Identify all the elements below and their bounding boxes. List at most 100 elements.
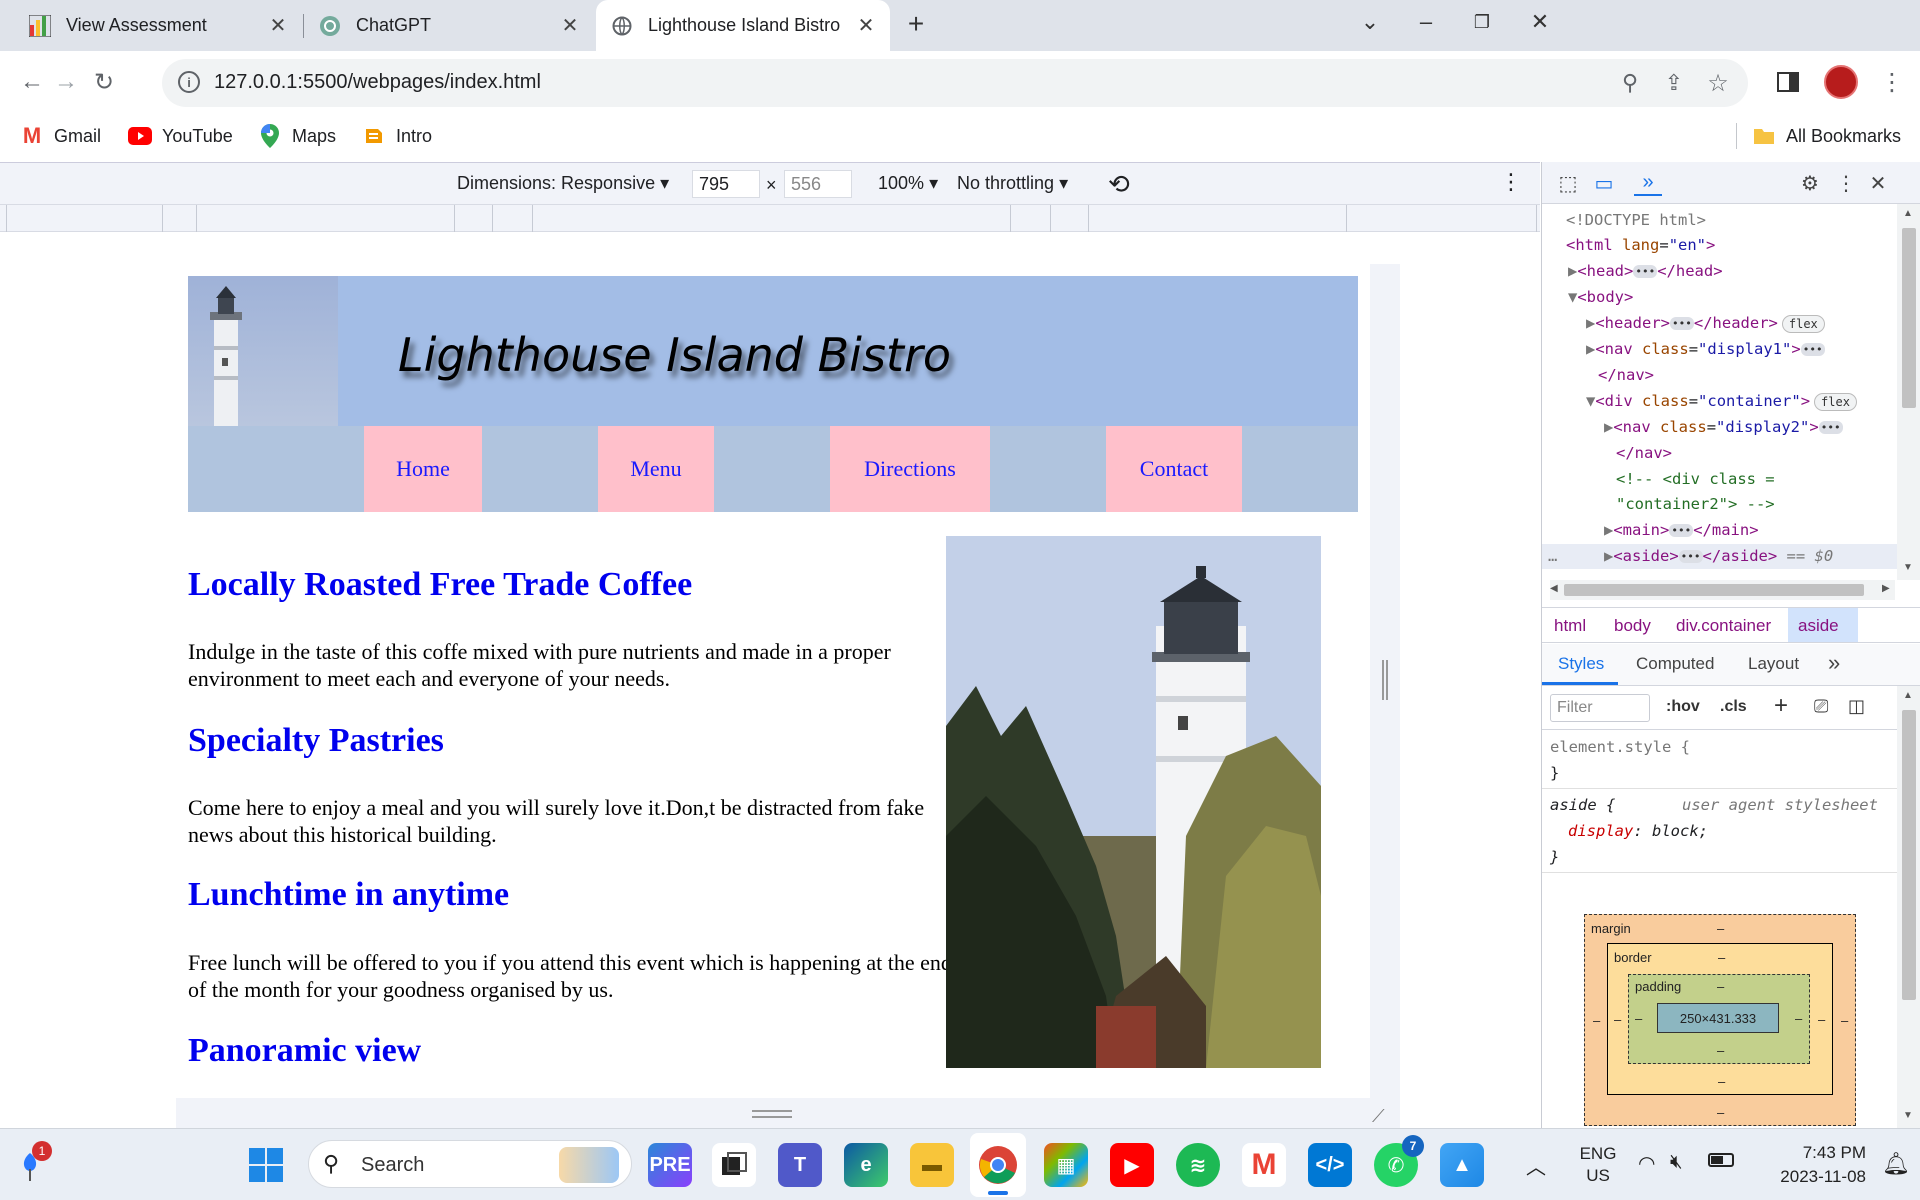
tab-layout[interactable]: Layout — [1748, 654, 1799, 674]
devtools-menu-icon[interactable]: ⋮ — [1832, 170, 1860, 196]
dom-header[interactable]: ▶<header> ••• </header> flex — [1586, 311, 1825, 337]
scroll-left-icon[interactable]: ◀ — [1550, 583, 1558, 594]
scroll-down-icon[interactable]: ▼ — [1903, 562, 1913, 573]
paint-brush-icon[interactable]: ⎚ — [1814, 696, 1828, 717]
throttling-dropdown[interactable]: No throttling ▾ — [957, 173, 1068, 194]
hov-button[interactable]: :hov — [1666, 698, 1700, 716]
bookmark-intro[interactable]: Intro — [362, 123, 432, 149]
tab-styles[interactable]: Styles — [1558, 654, 1604, 674]
chrome-icon[interactable] — [976, 1143, 1020, 1187]
breadcrumb-aside[interactable]: aside — [1798, 616, 1839, 636]
computed-sidebar-icon[interactable]: ◫ — [1848, 696, 1865, 717]
collapsed-dots-icon[interactable]: ••• — [1670, 317, 1694, 330]
photos-icon[interactable]: ▲ — [1440, 1143, 1484, 1187]
margin-left-value[interactable]: – — [1593, 1013, 1600, 1028]
dom-nav-display2[interactable]: ▶<nav class="display2"> ••• — [1604, 415, 1843, 441]
margin-right-value[interactable]: – — [1841, 1013, 1848, 1028]
close-tab-icon[interactable]: ✕ — [556, 12, 584, 40]
close-devtools-icon[interactable]: ✕ — [1864, 170, 1892, 196]
dom-html[interactable]: <html lang="en"> — [1566, 233, 1715, 259]
weather-widget[interactable]: 1 — [14, 1141, 52, 1185]
dom-comment-line1[interactable]: <!-- <div class = — [1616, 467, 1775, 493]
dom-comment-line2[interactable]: "container2"> --> — [1616, 492, 1775, 518]
wifi-icon[interactable]: ◠ — [1638, 1151, 1655, 1176]
dom-head[interactable]: ▶<head> ••• </head> — [1568, 259, 1723, 285]
add-rule-icon[interactable]: + — [1774, 692, 1788, 720]
zoom-dropdown[interactable]: 100% ▾ — [878, 173, 938, 194]
show-hidden-icons-chevron[interactable]: ︿ — [1526, 1151, 1546, 1180]
close-window-icon[interactable]: ✕ — [1510, 0, 1570, 44]
close-tab-icon[interactable]: ✕ — [264, 12, 292, 40]
all-bookmarks[interactable]: All Bookmarks — [1752, 123, 1901, 149]
resize-corner-icon[interactable]: ⟋ — [1372, 1106, 1385, 1127]
start-windows-icon[interactable] — [244, 1143, 288, 1187]
forward-icon[interactable]: → — [48, 64, 84, 100]
cls-button[interactable]: .cls — [1720, 698, 1747, 716]
url-text[interactable]: 127.0.0.1:5500/webpages/index.html — [214, 71, 541, 94]
nav-home[interactable]: Home — [364, 426, 482, 512]
tab-computed[interactable]: Computed — [1636, 654, 1714, 674]
close-tab-icon[interactable]: ✕ — [852, 12, 880, 40]
display-declaration[interactable]: display: block; — [1568, 818, 1708, 844]
scroll-up-icon[interactable]: ▲ — [1903, 208, 1913, 219]
back-icon[interactable]: ← — [14, 64, 50, 100]
dom-div-container[interactable]: ▼<div class="container"> flex — [1586, 389, 1857, 415]
device-more-icon[interactable]: ⋮ — [1500, 169, 1522, 195]
border-left-value[interactable]: – — [1614, 1012, 1621, 1027]
styles-scroll-thumb[interactable] — [1902, 710, 1916, 1000]
element-style-rule[interactable]: element.style { — [1550, 734, 1690, 760]
resize-handle-right-icon[interactable] — [1382, 660, 1388, 700]
gmail-app-icon[interactable]: M — [1242, 1143, 1286, 1187]
flex-badge[interactable]: flex — [1814, 392, 1857, 411]
nav-directions[interactable]: Directions — [830, 426, 990, 512]
bookmark-star-icon[interactable]: ☆ — [1700, 65, 1736, 101]
youtube-app-icon[interactable]: ▶ — [1110, 1143, 1154, 1187]
volume-muted-icon[interactable]: 🔇︎ — [1670, 1151, 1683, 1174]
site-info-icon[interactable]: i — [178, 71, 200, 93]
teams-icon[interactable]: T — [778, 1143, 822, 1187]
taskbar-search[interactable]: ⚲ Search — [308, 1140, 632, 1188]
nav-menu[interactable]: Menu — [598, 426, 714, 512]
device-toggle-icon[interactable]: ▭ — [1590, 170, 1618, 196]
dom-row-dots-icon[interactable]: … — [1548, 544, 1557, 570]
border-bottom-value[interactable]: – — [1718, 1074, 1725, 1089]
edge-icon[interactable]: e — [844, 1143, 888, 1187]
border-top-value[interactable]: – — [1718, 950, 1725, 965]
padding-bottom-value[interactable]: – — [1717, 1043, 1724, 1058]
share-icon[interactable]: ⇪ — [1656, 65, 1692, 101]
restore-icon[interactable]: ❐ — [1452, 0, 1512, 44]
tab-search-chevron-icon[interactable]: ⌄ — [1340, 0, 1400, 44]
dom-scroll-thumb[interactable] — [1902, 228, 1916, 408]
whatsapp-icon[interactable]: ✆ 7 — [1374, 1135, 1424, 1187]
bookmark-youtube[interactable]: YouTube — [128, 123, 233, 149]
width-input[interactable]: 795 — [692, 170, 760, 198]
media-query-ruler[interactable] — [0, 204, 1540, 233]
battery-icon[interactable] — [1708, 1153, 1734, 1167]
scroll-right-icon[interactable]: ▶ — [1882, 583, 1890, 594]
new-tab-icon[interactable]: + — [900, 8, 932, 40]
scroll-up-icon[interactable]: ▲ — [1903, 690, 1913, 701]
reload-icon[interactable]: ↻ — [86, 64, 122, 100]
vscode-icon[interactable]: </> — [1308, 1143, 1352, 1187]
file-explorer-icon[interactable]: ▬ — [910, 1143, 954, 1187]
collapsed-dots-icon[interactable]: ••• — [1669, 524, 1694, 537]
menu-kebab-icon[interactable]: ⋮ — [1874, 64, 1910, 100]
side-panel-icon[interactable] — [1770, 64, 1806, 100]
tab-view-assessment[interactable]: View Assessment ✕ — [0, 0, 302, 51]
clock[interactable]: 7:43 PM 2023-11-08 — [1756, 1141, 1866, 1189]
dom-vertical-scrollbar[interactable]: ▲ ▼ — [1897, 204, 1920, 580]
dom-body[interactable]: ▼<body> — [1568, 285, 1633, 311]
tab-chatgpt[interactable]: ChatGPT ✕ — [304, 0, 594, 51]
content-box[interactable]: 250×431.333 — [1657, 1003, 1779, 1033]
dom-horizontal-scrollbar[interactable]: ◀ ▶ — [1550, 580, 1895, 600]
dom-hscroll-thumb[interactable] — [1564, 584, 1864, 596]
more-panels-icon[interactable]: » — [1634, 170, 1662, 196]
bookmark-maps[interactable]: Maps — [258, 123, 336, 149]
styles-scrollbar[interactable]: ▲ ▼ — [1897, 686, 1920, 1128]
store-icon[interactable]: ▦ — [1044, 1143, 1088, 1187]
dom-doctype[interactable]: <!DOCTYPE html> — [1566, 208, 1706, 234]
tab-lighthouse-island-bistro[interactable]: Lighthouse Island Bistro ✕ — [596, 0, 890, 51]
breadcrumb-html[interactable]: html — [1554, 616, 1586, 636]
nav-contact[interactable]: Contact — [1106, 426, 1242, 512]
collapsed-dots-icon[interactable]: ••• — [1800, 343, 1825, 356]
